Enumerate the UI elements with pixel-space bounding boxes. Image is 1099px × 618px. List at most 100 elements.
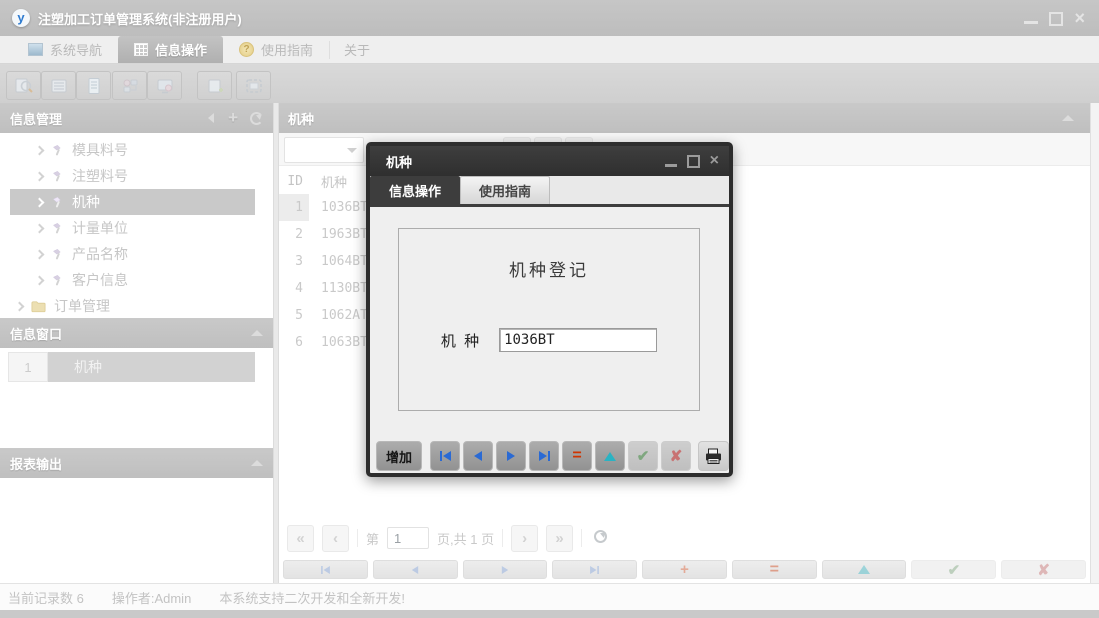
first-record-icon xyxy=(320,565,323,574)
add-record-nav-button[interactable]: + xyxy=(642,560,727,579)
list-item[interactable]: 1 机种 xyxy=(8,352,255,382)
pager-separator xyxy=(502,529,504,547)
confirm-button[interactable]: ✔ xyxy=(628,441,658,471)
next-record-nav-button[interactable] xyxy=(462,560,548,579)
last-record-button[interactable] xyxy=(529,441,559,471)
first-record-nav-button[interactable] xyxy=(283,560,368,579)
collapse-up-icon[interactable] xyxy=(251,330,263,336)
dialog-titlebar[interactable]: 机种 × xyxy=(370,146,729,176)
search-document-button[interactable] xyxy=(6,71,41,100)
pager-label-page: 第 xyxy=(366,531,380,547)
last-page-button[interactable]: » xyxy=(546,524,574,552)
delete-record-nav-button[interactable]: = xyxy=(731,560,817,579)
close-icon[interactable]: × xyxy=(1074,9,1085,27)
tree-item-mold-material-no[interactable]: 模具料号 xyxy=(10,137,255,163)
cell-machine: 1036BT xyxy=(321,200,368,215)
prev-page-button[interactable]: ‹ xyxy=(322,524,349,552)
dialog-close-icon[interactable]: × xyxy=(710,153,719,169)
list-item-label: 机种 xyxy=(48,352,255,382)
collapse-up-icon[interactable] xyxy=(1062,115,1074,121)
chevron-right-icon xyxy=(34,197,45,207)
next-page-button[interactable]: › xyxy=(511,524,539,552)
tree-item-measure-unit[interactable]: 计量单位 xyxy=(10,215,255,241)
edit-record-nav-button[interactable] xyxy=(821,560,907,579)
tree-item-label: 机种 xyxy=(72,194,100,210)
pager-label-total: 页,共 1 页 xyxy=(437,531,495,547)
tab-info-operation[interactable]: 信息操作 xyxy=(118,36,224,63)
tree-item-customer-info[interactable]: 客户信息 xyxy=(10,267,255,293)
cell-machine: 1062AT xyxy=(321,308,368,323)
tool-icon xyxy=(52,248,61,259)
filter-combobox[interactable] xyxy=(284,137,364,163)
ribbon-tabbar: 系统导航 信息操作 ? 使用指南 关于 xyxy=(0,36,1099,64)
cell-id: 5 xyxy=(295,308,303,323)
machine-type-input[interactable] xyxy=(499,328,658,352)
org-chart-button[interactable] xyxy=(112,71,147,100)
confirm-nav-button[interactable]: ✔ xyxy=(911,560,997,579)
chevron-right-icon xyxy=(34,223,45,233)
check-icon: ✔ xyxy=(636,448,650,465)
first-record-button[interactable] xyxy=(430,441,460,471)
cancel-button[interactable]: ✘ xyxy=(661,441,691,471)
print-button[interactable] xyxy=(698,441,729,471)
tree-item-order-management[interactable]: 订单管理 xyxy=(10,293,255,319)
first-page-button[interactable]: « xyxy=(287,524,314,552)
last-record-nav-button[interactable] xyxy=(552,560,638,579)
dialog-tabbar: 信息操作 使用指南 xyxy=(370,176,729,207)
tab-label: 关于 xyxy=(344,43,371,58)
tree-item-machine-type[interactable]: 机种 xyxy=(10,189,255,215)
add-record-button[interactable]: 增加 xyxy=(376,441,422,471)
right-scrollbar-track[interactable] xyxy=(1090,103,1099,583)
collapse-up-icon[interactable] xyxy=(251,460,263,466)
tab-user-guide[interactable]: ? 使用指南 xyxy=(223,36,329,63)
monitor-button[interactable] xyxy=(147,71,182,100)
tab-about[interactable]: 关于 xyxy=(330,36,384,63)
next-record-button[interactable] xyxy=(496,441,526,471)
help-icon: ? xyxy=(239,42,255,57)
refresh-button[interactable] xyxy=(594,530,608,546)
record-nav-strip: + = ✔ ✘ xyxy=(283,560,1087,579)
document-button[interactable] xyxy=(76,71,111,100)
machine-type-dialog: 机种 × 信息操作 使用指南 机种登记 机 种 增加 = ✔ ✘ xyxy=(366,142,733,477)
info-window-panel-header[interactable]: 信息窗口 xyxy=(0,318,273,348)
minimize-icon[interactable] xyxy=(1024,20,1039,24)
dialog-tab-user-guide[interactable]: 使用指南 xyxy=(460,176,551,204)
refresh-icon[interactable] xyxy=(250,111,263,125)
dialog-minimize-icon[interactable] xyxy=(664,163,677,167)
maximize-icon[interactable] xyxy=(1049,12,1064,26)
list-view-button[interactable] xyxy=(41,71,76,100)
pager-separator xyxy=(357,529,358,547)
machine-type-panel-header[interactable]: 机种 xyxy=(279,103,1090,133)
edit-icon xyxy=(858,565,871,574)
window-controls: × xyxy=(1024,9,1085,27)
info-management-panel-header[interactable]: 信息管理 + xyxy=(0,103,273,133)
status-record-count: 当前记录数 6 xyxy=(8,590,84,606)
edit-record-button[interactable] xyxy=(595,441,625,471)
tree-item-injection-material-no[interactable]: 注塑料号 xyxy=(10,163,255,189)
add-icon[interactable]: + xyxy=(228,109,238,126)
machine-type-field-row: 机 种 xyxy=(399,328,699,352)
prev-record-nav-button[interactable] xyxy=(372,560,458,579)
dialog-body: 机种登记 机 种 xyxy=(370,207,729,434)
tree-item-product-name[interactable]: 产品名称 xyxy=(10,241,255,267)
x-icon: ✘ xyxy=(1037,561,1050,579)
collapse-left-icon[interactable] xyxy=(208,113,215,123)
frame-select-button[interactable] xyxy=(236,71,271,100)
prev-record-button[interactable] xyxy=(463,441,493,471)
new-document-button[interactable] xyxy=(197,71,232,100)
tab-system-navigation[interactable]: 系统导航 xyxy=(12,36,118,63)
delete-record-button[interactable]: = xyxy=(562,441,592,471)
column-header-id[interactable]: ID xyxy=(279,168,309,194)
prev-record-icon xyxy=(411,565,419,574)
info-management-tree: 模具料号 注塑料号 机种 计量单位 产品名称 客户信息 订单管理 xyxy=(0,133,273,318)
column-header-machine[interactable]: 机种 xyxy=(309,172,347,191)
panel-title: 机种 xyxy=(288,111,315,127)
dialog-tab-info-operation[interactable]: 信息操作 xyxy=(370,176,461,204)
tree-item-label: 注塑料号 xyxy=(72,168,128,184)
cancel-nav-button[interactable]: ✘ xyxy=(1001,560,1087,579)
main-toolbar xyxy=(0,64,1099,104)
groupbox-title: 机种登记 xyxy=(509,261,589,280)
report-output-panel-header[interactable]: 报表输出 xyxy=(0,448,273,478)
dialog-maximize-icon[interactable] xyxy=(686,155,700,168)
page-number-input[interactable] xyxy=(387,527,430,549)
